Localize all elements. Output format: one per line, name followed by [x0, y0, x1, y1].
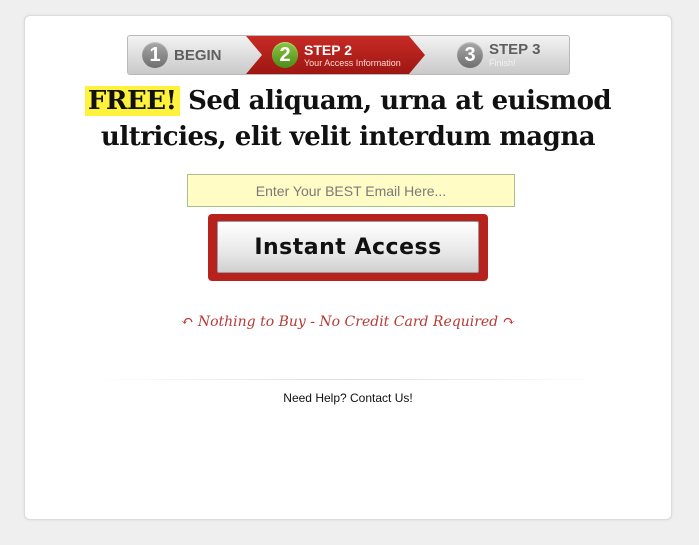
step-2-subtitle: Your Access Information	[304, 57, 401, 68]
step-1-title: BEGIN	[174, 46, 222, 64]
curved-arrow-left-icon: ↶	[180, 312, 194, 330]
free-highlight: FREE!	[84, 86, 180, 116]
step-1-number-icon: 1	[142, 42, 168, 68]
step-2: 2 STEP 2 Your Access Information	[272, 36, 401, 74]
optin-card: 1 BEGIN 2 STEP 2 Your Access Information…	[24, 15, 672, 520]
step-3-title: STEP 3	[489, 41, 541, 58]
curved-arrow-right-icon: ↷	[502, 312, 516, 330]
step-1: 1 BEGIN	[142, 36, 222, 74]
step-3-number-icon: 3	[457, 42, 483, 68]
step-2-title: STEP 2	[304, 41, 352, 58]
progress-steps: 1 BEGIN 2 STEP 2 Your Access Information…	[127, 35, 570, 75]
help-contact-link[interactable]: Need Help? Contact Us!	[25, 391, 671, 405]
cta-button-frame: Instant Access	[208, 214, 488, 281]
email-input[interactable]	[187, 174, 515, 207]
notice-text: Nothing to Buy - No Credit Card Required	[197, 314, 499, 330]
divider	[91, 379, 607, 380]
page-headline: FREE! Sed aliquam, urna at euismod ultri…	[65, 83, 631, 155]
step-3: 3 STEP 3 Finish!	[457, 36, 540, 74]
step-3-subtitle: Finish!	[489, 58, 516, 68]
no-purchase-notice: ↶ Nothing to Buy - No Credit Card Requir…	[25, 312, 671, 330]
step-2-number-icon: 2	[272, 42, 298, 68]
instant-access-button[interactable]: Instant Access	[217, 221, 479, 273]
